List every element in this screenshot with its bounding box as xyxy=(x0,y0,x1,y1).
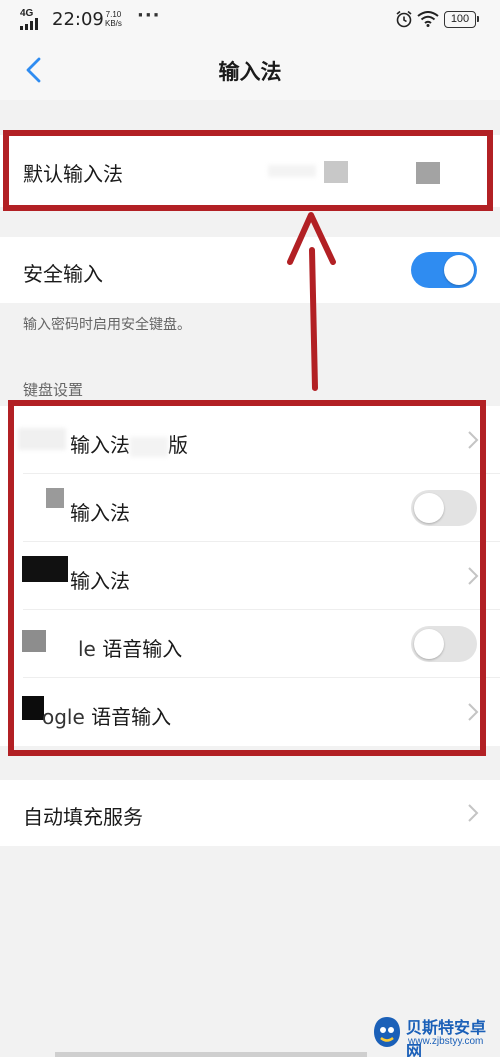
section-header-keyboard-settings: 键盘设置 xyxy=(23,381,84,399)
bottom-bar xyxy=(55,1052,367,1057)
speed-unit: KB/s xyxy=(105,19,122,28)
clock: 22:09 xyxy=(52,9,104,30)
annotation-box-default-ime xyxy=(3,130,493,211)
back-button[interactable] xyxy=(14,50,54,90)
network-speed: 7.10 KB/s xyxy=(105,10,122,28)
more-notifications-icon: ··· xyxy=(137,5,161,26)
watermark-url: www.zjbstyy.com xyxy=(408,1036,484,1047)
chevron-left-icon xyxy=(26,57,41,83)
alarm-icon xyxy=(396,10,412,28)
toggle-knob xyxy=(444,255,474,285)
secure-input-toggle[interactable] xyxy=(411,252,477,288)
battery-indicator: 100 xyxy=(444,11,479,28)
speed-value: 7.10 xyxy=(105,10,122,19)
autofill-label: 自动填充服务 xyxy=(23,805,143,829)
signal-icon xyxy=(20,18,38,30)
secure-input-row: 安全输入 xyxy=(0,237,500,303)
page-title: 输入法 xyxy=(218,60,282,84)
wifi-icon xyxy=(417,11,439,27)
autofill-row[interactable]: 自动填充服务 xyxy=(0,780,500,846)
watermark: 贝斯特安卓网 www.zjbstyy.com xyxy=(372,1012,496,1057)
secure-input-label: 安全输入 xyxy=(23,262,103,286)
status-bar: 4G 22:09 7.10 KB/s ··· 100 xyxy=(0,0,500,40)
secure-input-hint: 输入密码时启用安全键盘。 xyxy=(23,317,191,333)
annotation-box-keyboard-list xyxy=(8,400,486,756)
watermark-logo-icon xyxy=(374,1017,400,1047)
chevron-right-icon xyxy=(468,804,479,822)
nav-bar: 输入法 xyxy=(0,40,500,100)
